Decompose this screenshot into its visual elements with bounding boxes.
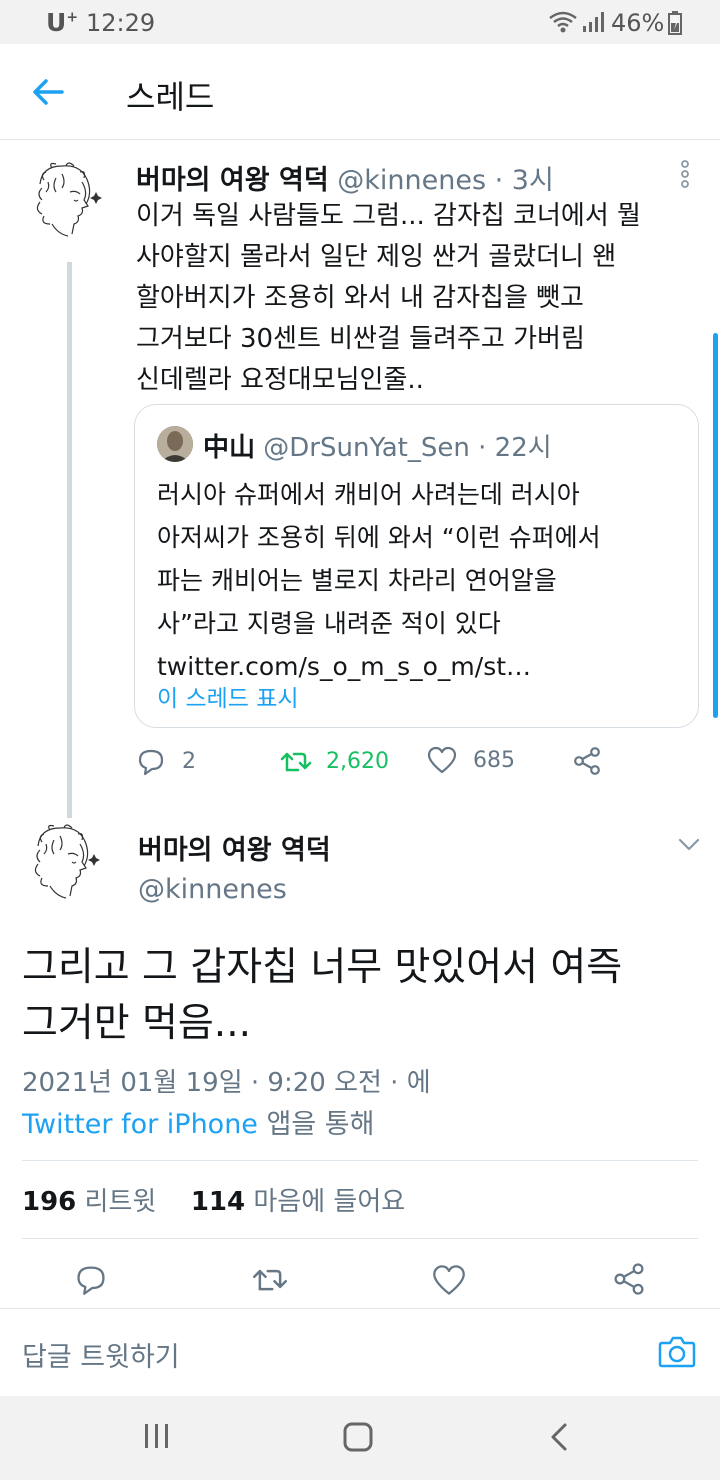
reply-composer-bar[interactable]: 답글 트윗하기 bbox=[0, 1308, 720, 1396]
clock: 12:29 bbox=[86, 9, 156, 37]
tweet-text-line: 할아버지가 조용히 와서 내 감자칩을 뺏고 bbox=[136, 283, 584, 313]
tweet-text-line: 이거 독일 사람들도 그럼... 감자칩 코너에서 뭘 bbox=[136, 201, 641, 231]
quoted-text-line: 사”라고 지령을 내려준 적이 있다 bbox=[157, 609, 501, 638]
divider bbox=[22, 1238, 698, 1239]
retweet-count: 2,620 bbox=[326, 748, 389, 774]
more-vertical-icon[interactable] bbox=[679, 160, 691, 188]
like-count: 685 bbox=[473, 747, 515, 773]
retweet-stat-count[interactable]: 196 bbox=[22, 1187, 76, 1217]
reply-placeholder[interactable]: 답글 트윗하기 bbox=[22, 1335, 180, 1374]
quoted-text-line: 러시아 슈퍼에서 캐비어 사려는데 러시아 bbox=[157, 480, 580, 509]
retweet-button[interactable]: 2,620 bbox=[280, 746, 389, 776]
author-handle[interactable]: @kinnenes bbox=[138, 874, 287, 905]
heart-icon bbox=[427, 746, 457, 774]
tweet-timestamp: 2021년 01월 19일 · 9:20 오전 · 에 bbox=[22, 1068, 431, 1098]
battery-percent: 46% bbox=[611, 9, 665, 37]
tweet-text-line: 사야할지 몰라서 일단 제잉 싼거 골랐더니 왠 bbox=[136, 242, 617, 272]
reply-icon bbox=[138, 749, 164, 776]
share-button[interactable] bbox=[572, 746, 602, 776]
quoted-author-name: 中山 bbox=[203, 433, 256, 463]
tweet1-actions: 2 2,620 685 bbox=[0, 746, 720, 786]
reply-count: 2 bbox=[182, 748, 196, 774]
home-icon[interactable] bbox=[342, 1422, 374, 1452]
author-name[interactable]: 버마의 여왕 역덕 bbox=[138, 828, 331, 867]
battery-icon bbox=[668, 11, 682, 35]
source-suffix: 앱을 통해 bbox=[257, 1109, 375, 1140]
show-thread-link[interactable]: 이 스레드 표시 bbox=[157, 679, 299, 713]
tweet1-header: 버마의 여왕 역덕 @kinnenes · 3시 bbox=[136, 158, 554, 197]
chevron-down-icon[interactable] bbox=[678, 838, 700, 852]
status-bar: U+ 12:29 46% bbox=[0, 0, 720, 44]
like-button[interactable]: 685 bbox=[427, 746, 515, 774]
tweet-time: · 3시 bbox=[486, 165, 554, 196]
quoted-text-line: 아저씨가 조용히 뒤에 와서 “이런 슈퍼에서 bbox=[157, 523, 601, 552]
tweet2-text: 그리고 그 갑자칩 너무 맛있어서 여즉 그거만 먹음... bbox=[22, 940, 712, 1052]
like-stat-count[interactable]: 114 bbox=[191, 1187, 245, 1217]
tweet-text-line: 그리고 그 갑자칩 너무 맛있어서 여즉 bbox=[22, 945, 623, 990]
carrier-label: U+ bbox=[46, 8, 79, 37]
reply-button[interactable]: 2 bbox=[136, 746, 196, 776]
retweet-stat-label[interactable]: 리트윗 bbox=[76, 1187, 157, 1217]
quoted-author-handle: @DrSunYat_Sen bbox=[263, 433, 470, 463]
quoted-time: · 22시 bbox=[469, 433, 552, 463]
quoted-text: 러시아 슈퍼에서 캐비어 사려는데 러시아 아저씨가 조용히 뒤에 와서 “이런… bbox=[157, 473, 601, 688]
camera-icon[interactable] bbox=[658, 1333, 696, 1369]
quoted-avatar bbox=[157, 426, 193, 462]
app-bar: 스레드 bbox=[0, 44, 720, 140]
wifi-icon bbox=[549, 11, 577, 33]
author-name[interactable]: 버마의 여왕 역덕 bbox=[136, 165, 329, 196]
quoted-header: 中山 @DrSunYat_Sen · 22시 bbox=[203, 427, 552, 464]
like-stat-label[interactable]: 마음에 들어요 bbox=[245, 1187, 405, 1217]
system-nav-bar bbox=[0, 1396, 720, 1480]
page-title: 스레드 bbox=[126, 78, 215, 116]
share-icon[interactable] bbox=[612, 1262, 646, 1296]
tweet-text-line: 신데렐라 요정대모님인줄.. bbox=[136, 365, 424, 395]
retweet-icon[interactable] bbox=[252, 1262, 288, 1296]
share-icon bbox=[574, 747, 600, 775]
thread-line bbox=[67, 262, 72, 818]
back-arrow-icon[interactable] bbox=[30, 74, 66, 110]
tweet2-actions bbox=[0, 1262, 720, 1302]
tweet-text-line: 그거보다 30센트 비싼걸 들려주고 가버림 bbox=[136, 324, 585, 354]
divider bbox=[22, 1160, 698, 1161]
avatar[interactable] bbox=[20, 820, 104, 904]
back-icon[interactable] bbox=[548, 1422, 570, 1452]
quoted-tweet-card[interactable]: 中山 @DrSunYat_Sen · 22시 러시아 슈퍼에서 캐비어 사려는데… bbox=[134, 404, 699, 728]
tweet-source: Twitter for iPhone 앱을 통해 bbox=[22, 1102, 374, 1141]
source-link[interactable]: Twitter for iPhone bbox=[22, 1109, 258, 1140]
signal-icon bbox=[583, 12, 604, 32]
tweet-stats: 196 리트윗 114 마음에 들어요 bbox=[22, 1181, 405, 1218]
avatar[interactable] bbox=[22, 158, 106, 242]
recents-icon[interactable] bbox=[142, 1422, 172, 1450]
author-handle[interactable]: @kinnenes bbox=[337, 165, 486, 196]
quoted-text-line: 파는 캐비어는 별로지 차라리 연어알을 bbox=[157, 566, 557, 595]
scrollbar[interactable] bbox=[713, 333, 718, 718]
tweet1-text: 이거 독일 사람들도 그럼... 감자칩 코너에서 뭘 사야할지 몰라서 일단 … bbox=[136, 196, 706, 401]
retweet-icon bbox=[280, 752, 312, 772]
tweet-text-line: 그거만 먹음... bbox=[22, 1001, 251, 1046]
reply-icon[interactable] bbox=[74, 1262, 108, 1296]
heart-icon[interactable] bbox=[432, 1264, 466, 1296]
